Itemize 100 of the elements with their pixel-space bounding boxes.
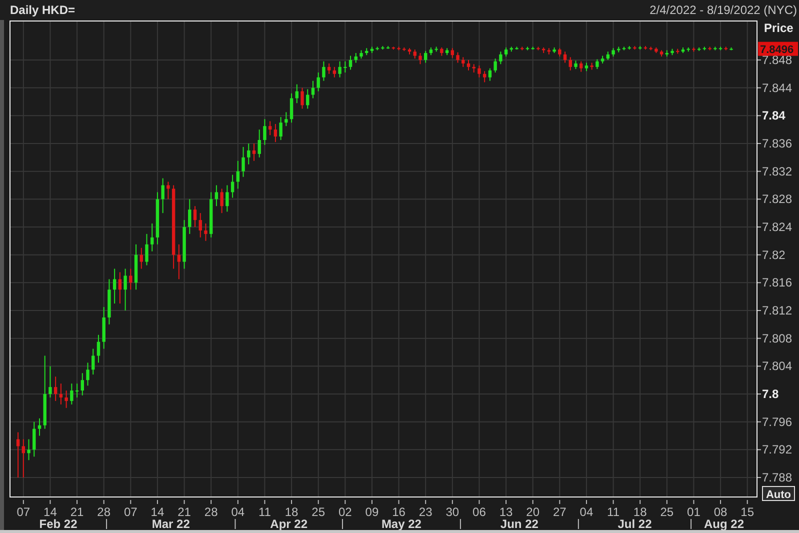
candlestick (338, 60, 342, 78)
price-tick-label: 7.788 (762, 470, 792, 485)
date-tick-label: 11 (258, 505, 271, 519)
candlestick (665, 50, 669, 57)
candlestick (418, 52, 422, 65)
candlestick (424, 50, 428, 64)
candlestick (59, 383, 63, 405)
candlestick (596, 58, 599, 70)
candlestick (376, 46, 379, 51)
date-tick-label: 25 (312, 505, 326, 519)
candlestick (348, 55, 352, 70)
candlestick (628, 46, 631, 50)
candlestick (258, 129, 261, 158)
date-tick-label: 14 (44, 505, 57, 519)
candlestick (697, 46, 701, 52)
date-tick-label: 07 (16, 505, 30, 519)
candlestick (80, 372, 84, 396)
date-tick-label: 04 (580, 505, 594, 519)
candlestick (242, 146, 245, 178)
date-tick-label: 25 (660, 505, 674, 519)
candlestick (456, 52, 460, 64)
candlestick (510, 46, 513, 52)
date-tick-label: 01 (687, 505, 700, 519)
candlestick (54, 376, 58, 402)
candlestick (156, 192, 160, 245)
candlestick (568, 56, 572, 71)
candlestick (129, 268, 132, 290)
candlestick (220, 188, 224, 214)
candlestick (606, 51, 610, 60)
date-tick-label: 21 (70, 505, 84, 519)
date-tick-label: 27 (552, 505, 566, 519)
candlestick (600, 55, 604, 64)
candlestick (32, 421, 36, 458)
candlestick (96, 334, 100, 364)
candlestick (644, 46, 648, 50)
candlestick (563, 51, 567, 64)
date-tick-label: 28 (204, 505, 218, 519)
candlestick (300, 87, 304, 110)
candlestick (676, 48, 680, 54)
candlestick (714, 46, 717, 51)
price-tick-label: 7.82 (762, 248, 786, 262)
date-tick-label: 21 (178, 505, 191, 519)
month-label: Apr 22 (270, 517, 308, 531)
candlestick (558, 48, 562, 57)
candlestick (284, 112, 288, 127)
axis-title: Price (764, 21, 794, 35)
price-tick-label: 7.812 (762, 304, 792, 318)
candlestick (478, 65, 481, 78)
candlestick (440, 46, 444, 56)
candlestick (134, 244, 138, 290)
candlestick (354, 52, 358, 64)
candlestick (161, 178, 164, 214)
candlestick (681, 46, 685, 54)
last-price-label: 7.8496 (758, 42, 798, 56)
month-label: Jun 22 (500, 517, 538, 531)
candlestick (124, 268, 127, 311)
candlestick (612, 48, 615, 57)
candlestick (434, 46, 438, 52)
candlestick (177, 244, 181, 280)
candlestick (140, 247, 143, 270)
candlestick (290, 92, 294, 124)
price-tick-label: 7.832 (762, 164, 792, 178)
date-tick-label: 06 (472, 505, 486, 519)
date-tick-label: 16 (392, 505, 406, 519)
candlestick (327, 62, 331, 74)
candlestick (209, 192, 213, 238)
price-tick-label: 7.804 (762, 359, 792, 374)
candlestick (515, 46, 518, 50)
month-label: Aug 22 (704, 517, 744, 531)
price-tick-label: 7.792 (762, 442, 792, 457)
candlestick (332, 66, 336, 78)
candlestick (660, 50, 664, 57)
candlestick (16, 432, 20, 478)
auto-button[interactable]: Auto (762, 486, 795, 501)
candlestick (633, 46, 636, 50)
candlestick (381, 46, 384, 50)
candlestick (686, 46, 690, 52)
candlestick (365, 48, 368, 56)
date-tick-label: 15 (740, 505, 754, 519)
date-tick-label: 04 (231, 505, 245, 519)
candlestick (295, 84, 298, 104)
candlestick (252, 142, 256, 162)
candlestick (274, 124, 278, 143)
month-label: Jul 22 (618, 517, 652, 531)
candlestick (92, 348, 95, 376)
price-tick-label: 7.84 (762, 108, 786, 123)
date-tick-label: 23 (418, 505, 432, 519)
candlestick (386, 46, 390, 50)
candlestick (654, 46, 658, 54)
candlestick (27, 438, 30, 461)
chart-title: Daily HKD= (10, 3, 76, 17)
candlestick (392, 46, 396, 50)
price-tick-label: 7.828 (762, 192, 792, 206)
candlestick (145, 233, 148, 266)
candlestick (708, 46, 712, 51)
candlestick (429, 46, 433, 56)
candlestick (590, 62, 594, 70)
candlestick (617, 46, 620, 53)
candlestick (402, 46, 406, 52)
candlestick (226, 184, 229, 212)
